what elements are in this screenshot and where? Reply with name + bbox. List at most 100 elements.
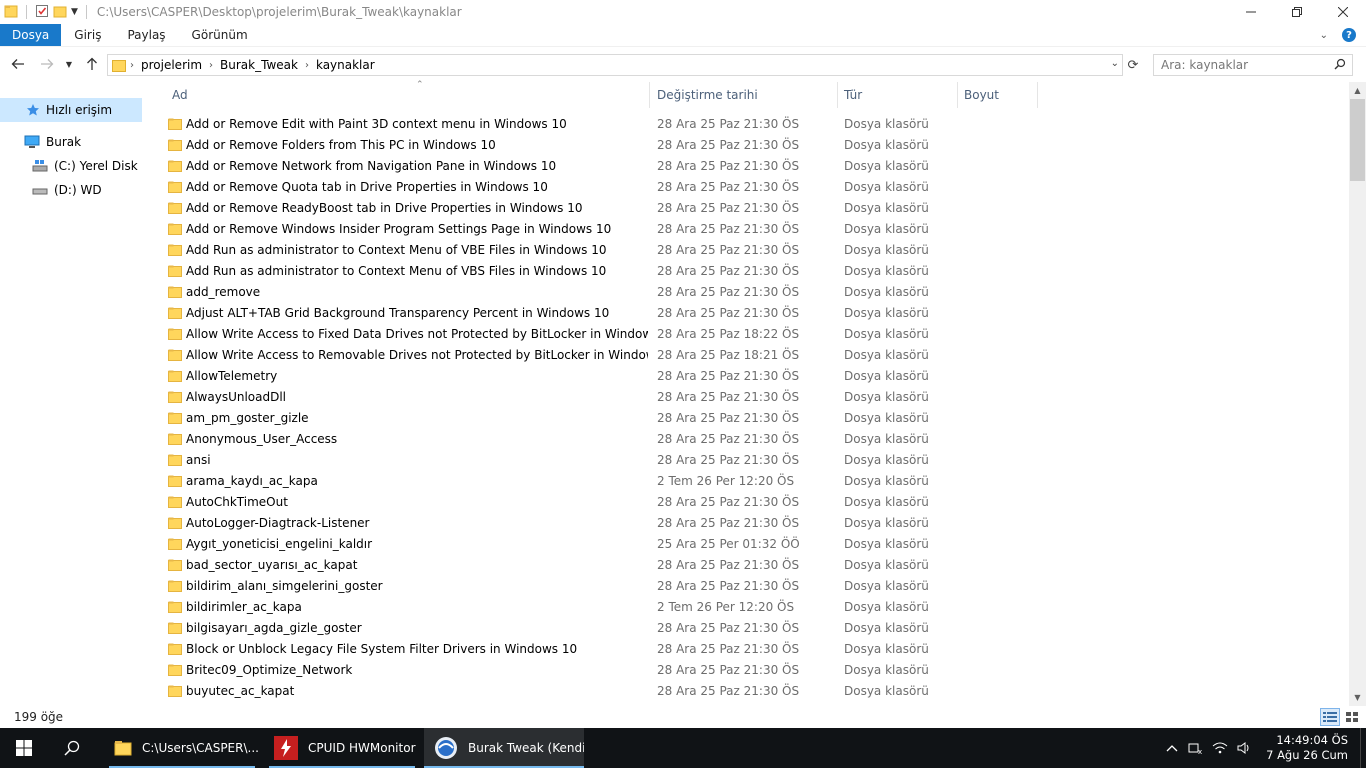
file-row[interactable]: add_remove 28 Ara 25 Paz 21:30 ÖS Dosya kl… <box>148 281 1348 302</box>
file-name: Add or Remove ReadyBoost tab in Drive Pr… <box>186 200 583 215</box>
file-name-cell: bad_sector_uyarısı_ac_kapat <box>168 554 648 575</box>
scrollbar-thumb[interactable] <box>1350 99 1365 181</box>
file-row[interactable]: Add or Remove Folders from This PC in Wi… <box>148 134 1348 155</box>
taskbar-app-hwmonitor[interactable]: CPUID HWMonitor <box>264 728 420 768</box>
address-bar[interactable]: › projelerim › Burak_Tweak › kaynaklar ⌄ <box>107 54 1123 76</box>
file-row[interactable]: Add or Remove Network from Navigation Pa… <box>148 155 1348 176</box>
clock-date: 7 Ağu 26 Cum <box>1266 748 1348 762</box>
wifi-icon[interactable] <box>1208 741 1232 755</box>
file-row[interactable]: Add or Remove Windows Insider Program Se… <box>148 218 1348 239</box>
scroll-up-icon[interactable]: ▲ <box>1349 82 1366 99</box>
help-icon[interactable]: ? <box>1342 28 1356 42</box>
expand-ribbon-icon[interactable]: ⌄ <box>1320 30 1328 41</box>
input-language-icon[interactable]: x <box>1184 741 1208 755</box>
volume-icon[interactable] <box>1232 741 1256 755</box>
column-header-size-label: Boyut <box>964 88 999 102</box>
file-row[interactable]: Add or Remove Quota tab in Drive Propert… <box>148 176 1348 197</box>
tab-file[interactable]: Dosya <box>0 24 62 46</box>
file-type: Dosya klasörü <box>844 137 929 152</box>
minimize-button[interactable] <box>1228 0 1274 24</box>
file-row[interactable]: AutoLogger-Diagtrack-Listener 28 Ara 25 P… <box>148 512 1348 533</box>
nav-drive-d[interactable]: (D:) WD <box>0 178 102 202</box>
breadcrumb-projelerim[interactable]: projelerim <box>138 58 205 72</box>
column-header-date[interactable]: Değiştirme tarihi <box>651 82 838 108</box>
customize-toolbar-icon[interactable]: ▼ <box>71 7 78 17</box>
file-row[interactable]: Add or Remove Edit with Paint 3D context… <box>148 113 1348 134</box>
breadcrumb-kaynaklar[interactable]: kaynaklar <box>313 58 378 72</box>
tab-share[interactable]: Paylaş <box>114 24 178 46</box>
chevron-right-icon[interactable]: › <box>205 60 217 71</box>
file-row[interactable]: Aygıt_yoneticisi_engelini_kaldır 25 Ara 2… <box>148 533 1348 554</box>
restore-button[interactable] <box>1274 0 1320 24</box>
file-row[interactable]: AutoChkTimeOut 28 Ara 25 Paz 21:30 ÖS Dosy… <box>148 491 1348 512</box>
column-header-type[interactable]: Tür <box>838 82 958 108</box>
file-date: 28 Ara 25 Paz 21:30 ÖS <box>657 431 800 446</box>
file-row[interactable]: bad_sector_uyarısı_ac_kapat 28 Ara 25 Paz… <box>148 554 1348 575</box>
file-row[interactable]: Britec09_Optimize_Network 28 Ara 25 Paz 2… <box>148 659 1348 680</box>
file-row[interactable]: Add or Remove ReadyBoost tab in Drive Pr… <box>148 197 1348 218</box>
title-bar: ▼ C:\Users\CASPER\Desktop\projelerim\Bur… <box>0 0 1366 24</box>
file-name: Aygıt_yoneticisi_engelini_kaldır <box>186 536 373 551</box>
file-row[interactable]: Block or Unblock Legacy File System Filt… <box>148 638 1348 659</box>
system-tray: x 14:49:04 ÖS 7 Ağu 26 Cum <box>1160 728 1366 768</box>
file-date: 28 Ara 25 Paz 21:30 ÖS <box>657 452 800 467</box>
properties-icon[interactable] <box>35 4 49 21</box>
folder-icon <box>168 223 182 235</box>
nav-drive-c[interactable]: (C:) Yerel Disk <box>0 154 138 178</box>
file-row[interactable]: arama_kaydı_ac_kapa 2 Tem 26 Per 12:20 ÖS… <box>148 470 1348 491</box>
file-row[interactable]: Allow Write Access to Fixed Data Drives … <box>148 323 1348 344</box>
taskbar-app-explorer[interactable]: C:\Users\CASPER\... <box>104 728 260 768</box>
file-row[interactable]: Add Run as administrator to Context Menu… <box>148 239 1348 260</box>
chevron-up-icon[interactable] <box>1160 744 1184 752</box>
file-row[interactable]: Adjust ALT+TAB Grid Background Transpare… <box>148 302 1348 323</box>
vertical-scrollbar[interactable]: ▲ ▼ <box>1349 82 1366 706</box>
refresh-button[interactable]: ⟳ <box>1124 54 1142 76</box>
file-row[interactable]: am_pm_goster_gizle 28 Ara 25 Paz 21:30 ÖS… <box>148 407 1348 428</box>
column-header-name[interactable]: Ad ⌃ <box>166 80 650 108</box>
file-row[interactable]: bilgisayarı_agda_gizle_goster 28 Ara 25 P… <box>148 617 1348 638</box>
file-row[interactable]: Anonymous_User_Access 28 Ara 25 Paz 21:30… <box>148 428 1348 449</box>
show-desktop-button[interactable] <box>1360 728 1366 768</box>
chevron-down-icon[interactable]: ⌄ <box>1111 58 1119 69</box>
scroll-down-icon[interactable]: ▼ <box>1349 689 1366 706</box>
file-row[interactable]: bildirim_alanı_simgelerini_goster 28 Ara … <box>148 575 1348 596</box>
file-row[interactable]: AllowTelemetry 28 Ara 25 Paz 21:30 ÖS Dosy… <box>148 365 1348 386</box>
clock[interactable]: 14:49:04 ÖS 7 Ağu 26 Cum <box>1266 733 1348 763</box>
folder-icon <box>168 601 182 613</box>
back-button[interactable] <box>8 54 28 74</box>
file-type: Dosya klasörü <box>844 557 929 572</box>
file-row[interactable]: Allow Write Access to Removable Drives n… <box>148 344 1348 365</box>
chevron-right-icon[interactable]: › <box>301 60 313 71</box>
forward-button[interactable] <box>37 54 57 74</box>
start-button[interactable] <box>0 728 48 768</box>
file-type: Dosya klasörü <box>844 515 929 530</box>
file-date: 28 Ara 25 Paz 21:30 ÖS <box>657 410 800 425</box>
file-row[interactable]: AlwaysUnloadDll 28 Ara 25 Paz 21:30 ÖS Dos… <box>148 386 1348 407</box>
new-folder-icon[interactable] <box>53 4 67 21</box>
file-type: Dosya klasörü <box>844 473 929 488</box>
file-type: Dosya klasörü <box>844 305 929 320</box>
file-row[interactable]: ansi 28 Ara 25 Paz 21:30 ÖS Dosya klasörü <box>148 449 1348 470</box>
details-view-button[interactable] <box>1320 708 1340 726</box>
file-date: 2 Tem 26 Per 12:20 ÖS <box>657 599 795 614</box>
large-icons-view-button[interactable] <box>1342 708 1362 726</box>
close-button[interactable] <box>1320 0 1366 24</box>
file-row[interactable]: buyutec_ac_kapat 28 Ara 25 Paz 21:30 ÖS Do… <box>148 680 1348 701</box>
chevron-right-icon[interactable]: › <box>126 60 138 71</box>
recent-locations-button[interactable]: ▼ <box>62 54 76 74</box>
tab-view[interactable]: Görünüm <box>179 24 261 46</box>
folder-icon <box>168 559 182 571</box>
search-button[interactable] <box>48 728 96 768</box>
tab-home[interactable]: Giriş <box>61 24 114 46</box>
taskbar-app-burak-tweak[interactable]: Burak Tweak (Kendi... <box>424 728 584 768</box>
folder-icon <box>168 391 182 403</box>
file-row[interactable]: bildirimler_ac_kapa 2 Tem 26 Per 12:20 ÖS… <box>148 596 1348 617</box>
file-row[interactable]: Add Run as administrator to Context Menu… <box>148 260 1348 281</box>
nav-quick-access[interactable]: Hızlı erişim <box>0 98 142 122</box>
breadcrumb-burak-tweak[interactable]: Burak_Tweak <box>217 58 301 72</box>
status-bar: 199 öğe <box>0 706 1366 728</box>
column-header-size[interactable]: Boyut <box>958 82 1038 108</box>
up-button[interactable] <box>82 54 102 74</box>
search-input[interactable]: Ara: kaynaklar <box>1153 54 1353 76</box>
nav-this-pc[interactable]: Burak <box>0 130 81 154</box>
